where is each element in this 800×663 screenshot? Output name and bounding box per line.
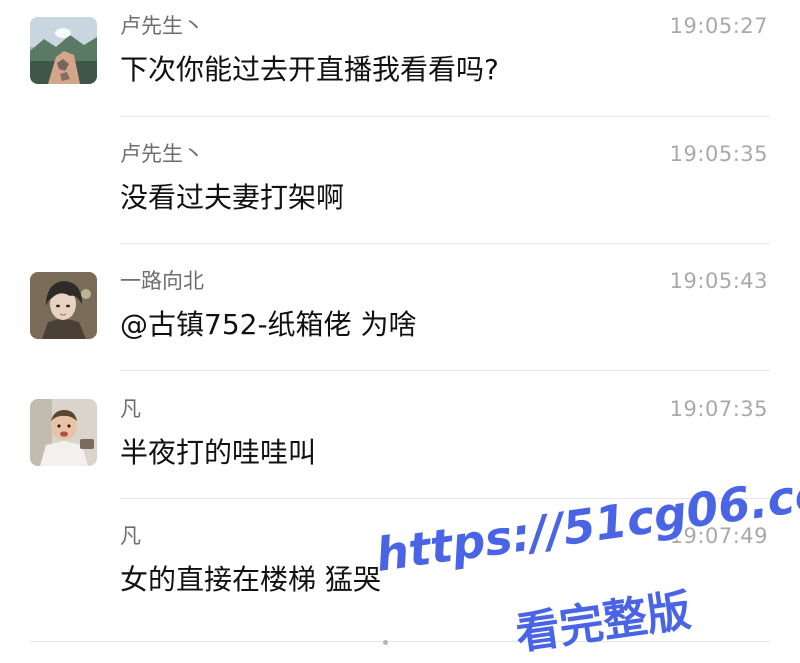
message-text: 女的直接在楼梯 猛哭 [120, 563, 381, 596]
chat-message[interactable]: 卢先生丶 19:05:27 下次你能过去开直播我看看吗? [0, 0, 800, 117]
chat-message[interactable]: 一路向北 19:05:43 @古镇752-纸箱佬 为啥 [0, 255, 800, 371]
sender-name: 凡 [120, 524, 141, 548]
message-text: 半夜打的哇哇叫 [120, 436, 317, 469]
message-time: 19:05:43 [669, 269, 768, 293]
baby-photo-icon [30, 399, 97, 466]
scroll-indicator [383, 640, 388, 645]
anime-boy-icon [30, 272, 97, 339]
message-time: 19:07:49 [669, 524, 768, 548]
sender-name: 卢先生丶 [120, 14, 204, 38]
message-text: 下次你能过去开直播我看看吗? [120, 53, 499, 86]
divider [120, 116, 770, 117]
message-text: 没看过夫妻打架啊 [120, 181, 345, 214]
message-text: @古镇752-纸箱佬 为啥 [120, 308, 417, 341]
divider [120, 243, 770, 244]
message-time: 19:05:35 [669, 142, 768, 166]
divider [120, 498, 770, 499]
message-time: 19:05:27 [669, 14, 768, 38]
divider [120, 370, 770, 371]
avatar[interactable] [30, 272, 97, 339]
tattoo-hand-mountain-icon [30, 17, 97, 84]
avatar[interactable] [30, 399, 97, 466]
sender-name: 凡 [120, 397, 141, 421]
sender-name: 卢先生丶 [120, 142, 204, 166]
message-time: 19:07:35 [669, 397, 768, 421]
avatar[interactable] [30, 17, 97, 84]
chat-message[interactable]: 凡 19:07:35 半夜打的哇哇叫 [0, 383, 800, 499]
sender-name: 一路向北 [120, 269, 204, 293]
chat-message[interactable]: 凡 19:07:49 女的直接在楼梯 猛哭 [0, 510, 800, 642]
chat-message-list: 卢先生丶 19:05:27 下次你能过去开直播我看看吗? 卢先生丶 19:05:… [0, 0, 800, 663]
divider [30, 641, 770, 642]
chat-message[interactable]: 卢先生丶 19:05:35 没看过夫妻打架啊 [0, 128, 800, 244]
